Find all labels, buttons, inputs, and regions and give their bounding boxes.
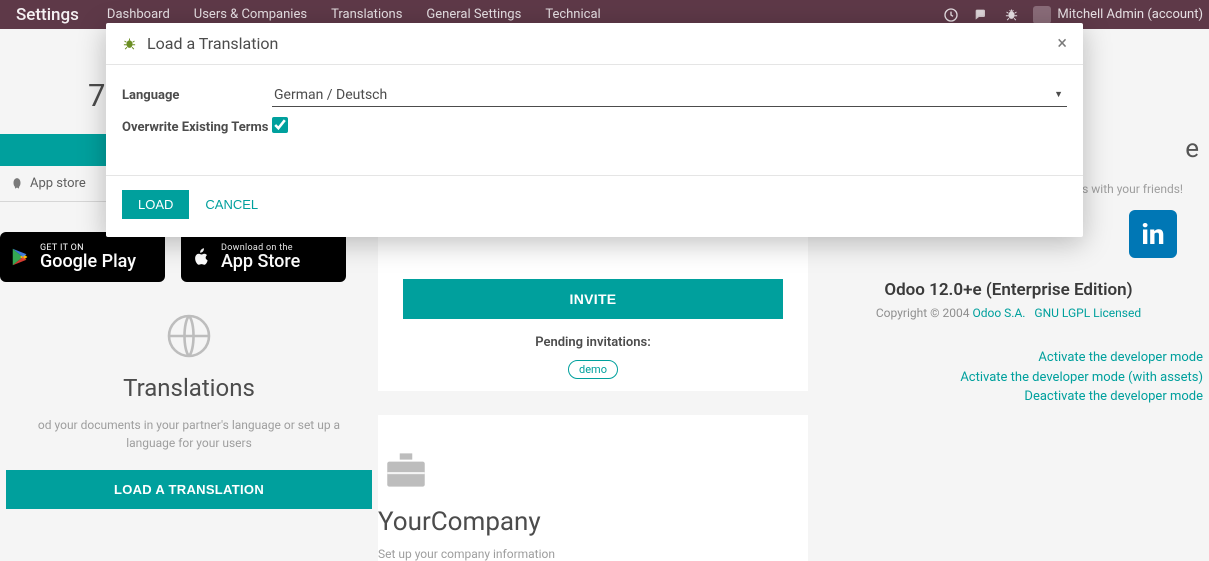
copyright: Copyright © 2004 Odoo S.A. GNU LGPL Lice…	[808, 306, 1209, 320]
discuss-icon[interactable]	[973, 7, 989, 23]
load-translation-button[interactable]: LOAD A TRANSLATION	[6, 470, 372, 509]
company-title: YourCompany	[378, 507, 808, 537]
modal-title: Load a Translation	[147, 34, 278, 53]
language-label: Language	[122, 85, 272, 103]
invite-button[interactable]: INVITE	[403, 279, 783, 319]
google-play-badge[interactable]: GET IT ON Google Play	[0, 232, 165, 282]
close-icon[interactable]: ×	[1057, 33, 1067, 54]
pending-label: Pending invitations:	[378, 319, 808, 360]
chevron-down-icon[interactable]: ▼	[1054, 89, 1063, 100]
language-select[interactable]: German / Deutsch	[272, 85, 1067, 107]
copyright-prefix: Copyright © 2004	[876, 306, 973, 320]
activities-icon[interactable]	[943, 7, 959, 23]
overwrite-checkbox[interactable]	[272, 117, 288, 133]
linkedin-icon: in	[1141, 218, 1164, 251]
activate-dev-assets-link[interactable]: Activate the developer mode (with assets…	[808, 368, 1203, 388]
app-store-label: App store	[30, 176, 86, 191]
google-play-big: Google Play	[40, 253, 136, 271]
user-menu[interactable]: Mitchell Admin (account)	[1033, 6, 1203, 24]
app-store-badge[interactable]: Download on the App Store	[181, 232, 346, 282]
brand: Settings	[0, 5, 95, 25]
rocket-icon	[10, 177, 24, 191]
activate-dev-link[interactable]: Activate the developer mode	[808, 348, 1203, 368]
load-translation-modal: Load a Translation × Language German / D…	[106, 23, 1083, 237]
cancel-button[interactable]: CANCEL	[205, 197, 258, 212]
user-name: Mitchell Admin (account)	[1057, 7, 1203, 22]
google-play-icon	[10, 245, 32, 269]
avatar	[1033, 6, 1051, 24]
app-store-big: App Store	[221, 253, 300, 271]
bug-icon	[122, 36, 137, 51]
linkedin-share[interactable]: in	[1129, 210, 1177, 258]
deactivate-dev-link[interactable]: Deactivate the developer mode	[808, 387, 1203, 407]
edition-text: Odoo 12.0+e (Enterprise Edition)	[808, 280, 1209, 300]
apple-icon	[191, 245, 213, 269]
pending-pill[interactable]: demo	[568, 360, 618, 379]
load-button[interactable]: LOAD	[122, 190, 189, 219]
translations-sub: od your documents in your partner's lang…	[6, 416, 372, 452]
briefcase-icon	[378, 445, 434, 495]
globe-icon	[165, 312, 213, 360]
debug-icon[interactable]	[1003, 7, 1019, 23]
odoo-link[interactable]: Odoo S.A.	[972, 306, 1025, 320]
overwrite-label: Overwrite Existing Terms	[122, 117, 272, 135]
translations-title: Translations	[6, 374, 372, 402]
company-sub: Set up your company information	[378, 547, 808, 561]
lgpl-link[interactable]: GNU LGPL Licensed	[1034, 306, 1141, 320]
